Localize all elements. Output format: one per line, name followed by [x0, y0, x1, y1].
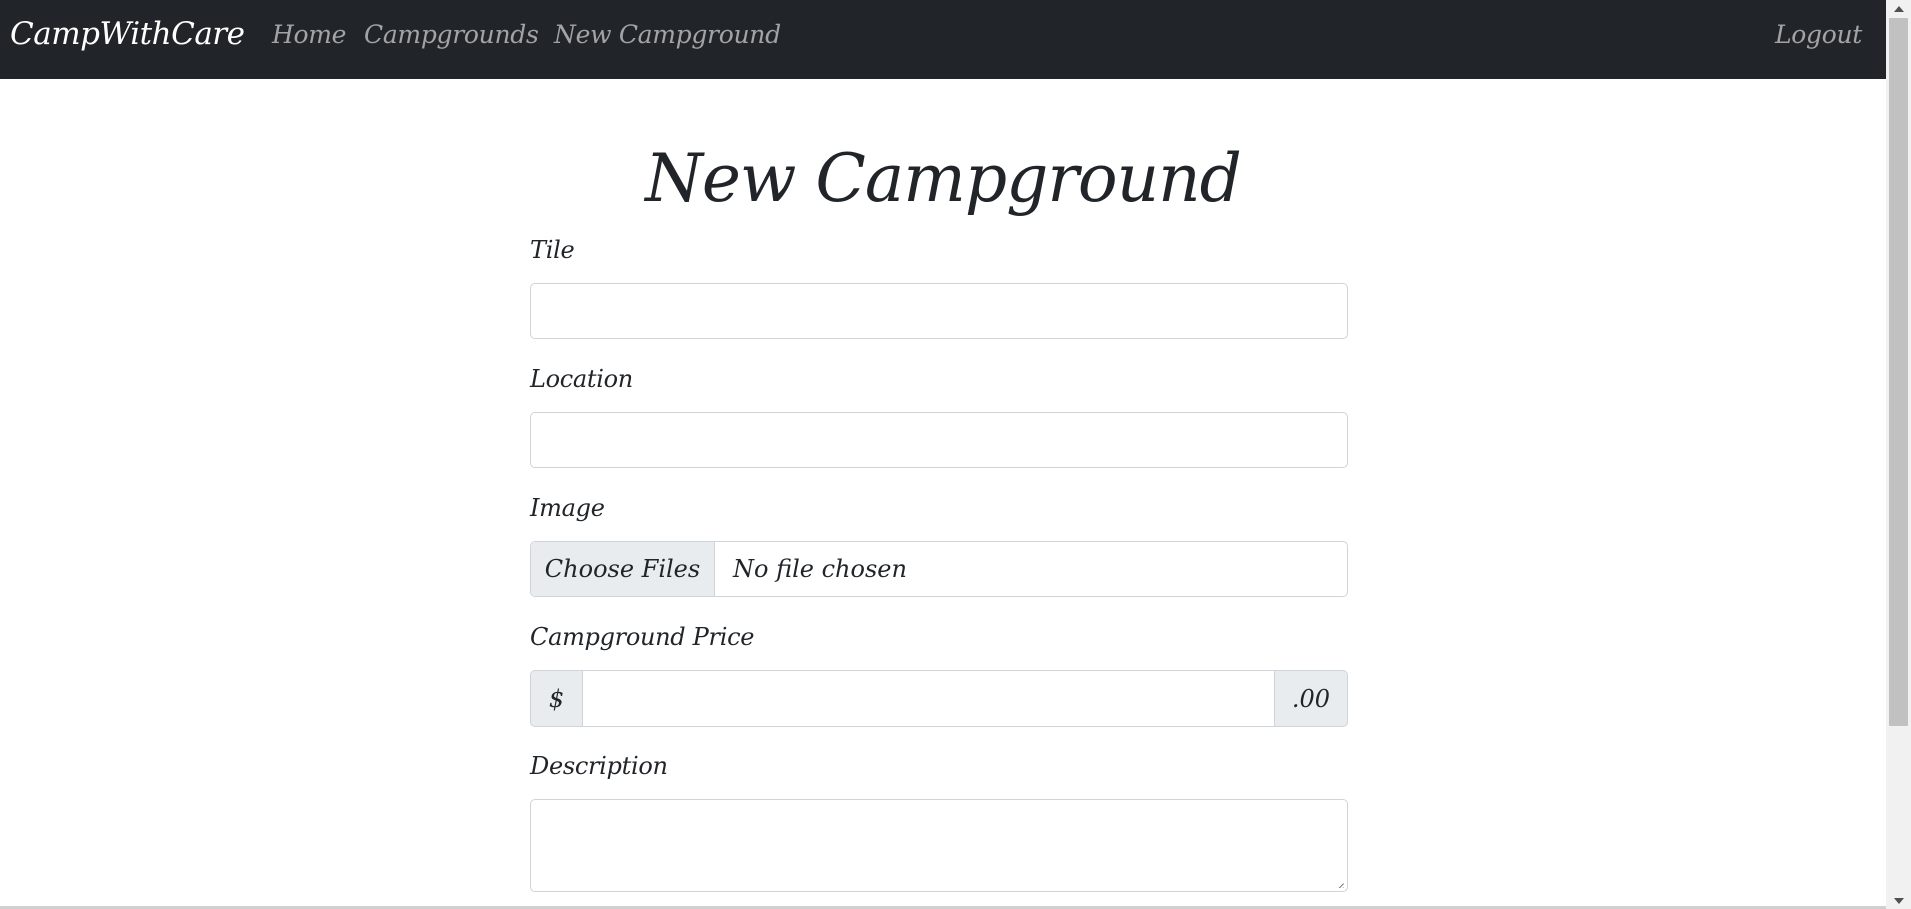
resize-grip-icon[interactable] [1334, 878, 1344, 888]
scrollbar-thumb[interactable] [1889, 18, 1908, 726]
price-input[interactable] [583, 670, 1274, 727]
image-file-input[interactable]: Choose Files No file chosen [530, 541, 1348, 597]
price-suffix: .00 [1274, 670, 1348, 727]
file-status-text: No file chosen [733, 555, 907, 583]
price-input-group: $ .00 [530, 670, 1348, 727]
description-textarea[interactable] [530, 799, 1348, 892]
page-title: New Campground [645, 140, 1242, 217]
nav-logout-link[interactable]: Logout [1775, 20, 1862, 49]
nav-home-link[interactable]: Home [272, 20, 346, 49]
scroll-up-arrow-icon[interactable] [1886, 0, 1911, 17]
scroll-down-arrow-icon[interactable] [1886, 892, 1911, 909]
location-label: Location [530, 365, 633, 393]
location-input[interactable] [530, 412, 1348, 468]
nav-campgrounds-link[interactable]: Campgrounds [364, 20, 539, 49]
choose-files-button[interactable]: Choose Files [531, 542, 715, 596]
navbar: CampWithCare Home Campgrounds New Campgr… [0, 0, 1886, 79]
price-label: Campground Price [530, 623, 755, 651]
price-prefix: $ [530, 670, 583, 727]
brand-link[interactable]: CampWithCare [10, 16, 245, 52]
title-input[interactable] [530, 283, 1348, 339]
description-label: Description [530, 752, 668, 780]
nav-new-campground-link[interactable]: New Campground [554, 20, 781, 49]
page: CampWithCare Home Campgrounds New Campgr… [0, 0, 1911, 909]
image-label: Image [530, 494, 605, 522]
vertical-scrollbar[interactable] [1886, 0, 1911, 909]
title-label: Tile [530, 236, 575, 264]
